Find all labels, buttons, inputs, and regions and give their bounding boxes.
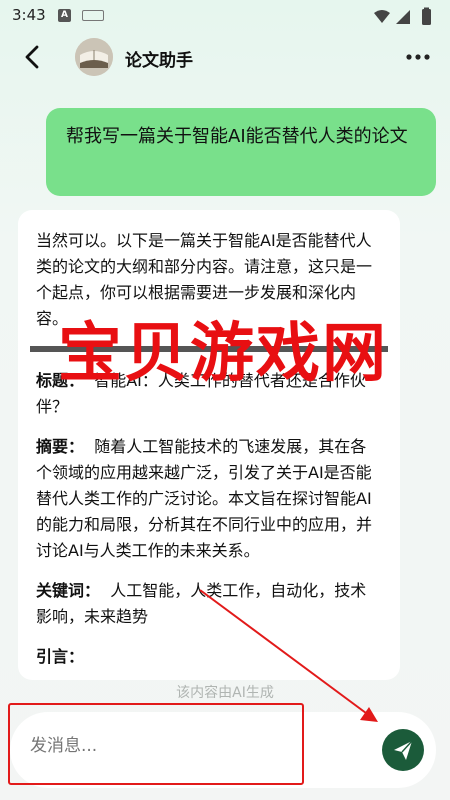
keywords-row: 关键词： 人工智能，人类工作，自动化，技术影响，未来趋势	[36, 578, 382, 630]
avatar[interactable]	[75, 38, 113, 76]
more-options-icon[interactable]	[404, 44, 432, 70]
signal-icon	[396, 10, 410, 24]
abstract-value: 随着人工智能技术的飞速发展，其在各个领域的应用越来越广泛，引发了关于AI是否能替…	[36, 437, 373, 560]
paper-title-row: 标题： 智能AI：人类工作的替代者还是合作伙伴？	[36, 368, 382, 420]
status-icons	[374, 7, 431, 25]
wifi-icon	[374, 10, 390, 23]
paper-title-value: 智能AI：人类工作的替代者还是合作伙伴？	[36, 371, 366, 416]
page-title: 论文助手	[125, 51, 193, 71]
back-arrow-icon[interactable]	[18, 42, 48, 72]
message-input-bar	[10, 712, 436, 788]
paper-title-label: 标题：	[36, 371, 85, 390]
message-input[interactable]	[30, 736, 360, 756]
send-icon	[394, 740, 413, 760]
ai-generated-note: 该内容由AI生成	[176, 685, 274, 701]
intro-heading-row: 引言：	[36, 644, 382, 670]
ai-intro-text: 当然可以。以下是一篇关于智能AI是否能替代人类的论文的大纲和部分内容。请注意，这…	[36, 231, 373, 328]
chat-header: 论文助手	[0, 32, 450, 84]
keyboard-icon	[82, 10, 104, 21]
notification-a-icon: A	[58, 9, 71, 22]
book-avatar-icon	[75, 38, 113, 76]
abstract-label: 摘要：	[36, 437, 85, 456]
send-button[interactable]	[382, 729, 424, 771]
ai-response-card: 当然可以。以下是一篇关于智能AI是否能替代人类的论文的大纲和部分内容。请注意，这…	[18, 210, 400, 680]
keywords-label: 关键词：	[36, 581, 101, 600]
battery-icon	[422, 9, 431, 25]
status-time: 3:43	[12, 6, 46, 24]
intro-heading: 引言：	[36, 647, 85, 666]
abstract-row: 摘要： 随着人工智能技术的飞速发展，其在各个领域的应用越来越广泛，引发了关于AI…	[36, 434, 382, 564]
divider	[30, 346, 388, 352]
user-message-bubble: 帮我写一篇关于智能AI能否替代人类的论文	[46, 108, 436, 196]
status-bar: 3:43 A	[0, 0, 450, 32]
